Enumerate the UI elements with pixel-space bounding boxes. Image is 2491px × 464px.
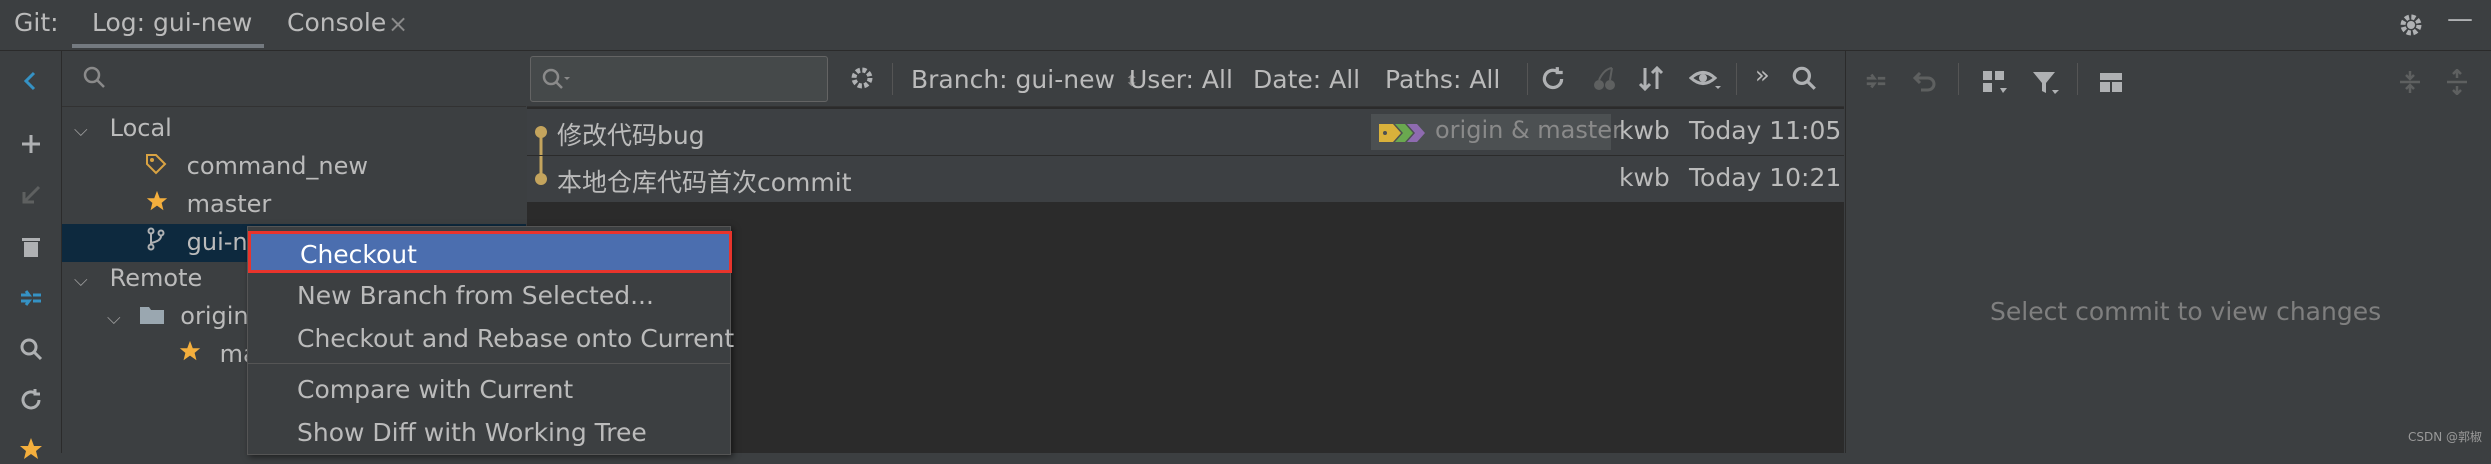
log-search-input[interactable] [530, 56, 828, 102]
gear-icon[interactable] [2397, 11, 2425, 39]
favorite-star-icon[interactable] [16, 434, 46, 464]
branch-label: master [186, 190, 272, 218]
git-label: Git: [14, 8, 59, 37]
search-icon [541, 67, 571, 97]
delete-icon[interactable] [16, 232, 46, 262]
refresh-icon[interactable] [16, 385, 46, 415]
commit-row[interactable]: 本地仓库代码首次commit kwb Today 10:21 [527, 156, 1844, 202]
gear-icon[interactable] [848, 64, 876, 98]
tree-node-label: Local [109, 114, 172, 142]
search-icon[interactable] [1790, 64, 1818, 98]
tab-console[interactable]: Console [287, 8, 386, 37]
menu-item-checkout-and-rebase[interactable]: Checkout and Rebase onto Current [248, 318, 734, 360]
branch-filter[interactable]: Branch: gui-new [911, 65, 1115, 94]
collapse-all-icon[interactable] [2444, 68, 2470, 101]
branch-origin-master[interactable]: ma [178, 336, 258, 372]
menu-item-show-diff-with-working-tree[interactable]: Show Diff with Working Tree [248, 412, 730, 454]
expand-all-icon[interactable] [2397, 69, 2423, 101]
toolbar-separator [892, 63, 893, 95]
group-by-icon[interactable] [1981, 69, 2011, 103]
search-icon [82, 65, 106, 95]
branch-icon [145, 225, 169, 261]
menu-item-compare-with-current[interactable]: Compare with Current [248, 369, 730, 411]
add-icon[interactable] [16, 129, 46, 159]
user-filter[interactable]: User: All [1129, 65, 1233, 94]
layout-icon[interactable] [2098, 69, 2128, 103]
paths-filter[interactable]: Paths: All [1385, 65, 1500, 94]
search-icon[interactable] [16, 334, 46, 364]
ref-label: origin & master [1371, 114, 1622, 150]
log-toolbar: Branch: gui-new ⬍ User: All Date: All Pa… [527, 51, 1844, 107]
branch-search-field[interactable] [62, 51, 526, 107]
tab-log[interactable]: Log: gui-new [92, 8, 252, 37]
filter-icon[interactable] [2031, 69, 2061, 103]
commit-message: 修改代码bug [557, 121, 705, 150]
commit-date: Today 11:05 [1689, 116, 1842, 145]
refresh-icon[interactable] [1539, 65, 1567, 99]
watermark: CSDN @郭椒 [2408, 430, 2483, 444]
star-icon [145, 187, 169, 223]
chevron-down-icon: ⌵ [74, 120, 88, 141]
chevron-down-icon: ⌵ [74, 270, 88, 291]
cherry-pick-icon[interactable] [1590, 65, 1618, 99]
commit-author: kwb [1619, 116, 1670, 145]
revert-icon[interactable] [1912, 69, 1938, 101]
close-tab-icon[interactable]: × [388, 10, 408, 38]
tag-icon [1379, 124, 1425, 142]
merge-icon[interactable] [1862, 69, 1890, 99]
branch-gui-new[interactable]: gui-ne [145, 224, 262, 260]
commit-author: kwb [1619, 163, 1670, 192]
menu-item-new-branch-from-selected[interactable]: New Branch from Selected... [248, 275, 730, 317]
tree-node-local[interactable]: ⌵ Local [74, 110, 172, 146]
branch-label: command_new [186, 152, 369, 180]
merge-icon[interactable] [16, 283, 46, 313]
tree-node-label: origin [180, 302, 249, 330]
graph-node-icon [535, 156, 547, 185]
update-arrow-icon[interactable] [16, 180, 46, 210]
toolbar-separator [1736, 63, 1737, 95]
toolbar-separator [2077, 63, 2078, 95]
branch-master[interactable]: master [145, 186, 271, 222]
chevron-left-icon[interactable] [16, 66, 46, 96]
branch-command-new[interactable]: command_new [145, 148, 368, 184]
branch-context-menu: Checkout New Branch from Selected... Che… [247, 226, 734, 455]
chevron-down-icon: ⌵ [107, 308, 121, 329]
toolbar-separator [1527, 63, 1528, 95]
tree-node-label: Remote [109, 264, 203, 292]
more-icon[interactable]: » [1755, 61, 1770, 89]
active-tab-indicator [72, 44, 264, 48]
date-filter[interactable]: Date: All [1253, 65, 1360, 94]
empty-state-text: Select commit to view changes [1990, 297, 2382, 326]
left-toolbar [0, 51, 62, 459]
star-icon [178, 337, 202, 373]
ref-names: origin & master [1435, 116, 1622, 144]
commit-message: 本地仓库代码首次commit [557, 168, 852, 197]
tree-node-remote[interactable]: ⌵ Remote [74, 260, 202, 296]
commit-row[interactable]: 修改代码bug origin & master kwb Today 11:05 [527, 109, 1844, 155]
toolbar-separator [1958, 63, 1959, 95]
sort-icon[interactable] [1637, 65, 1665, 99]
eye-icon[interactable] [1688, 65, 1721, 99]
graph-node-icon [535, 126, 547, 155]
commit-date: Today 10:21 [1689, 163, 1842, 192]
menu-separator [248, 363, 730, 364]
minimize-icon[interactable]: — [2447, 4, 2473, 34]
tree-node-origin[interactable]: ⌵ origin [107, 298, 249, 334]
changes-panel: Select commit to view changes [1845, 51, 2491, 453]
tag-icon [145, 149, 169, 185]
menu-item-checkout[interactable]: Checkout [248, 231, 732, 273]
folder-icon [139, 299, 165, 335]
